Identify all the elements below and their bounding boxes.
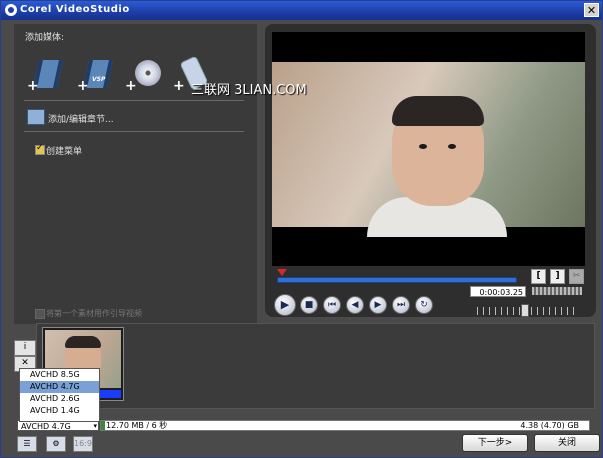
end-icon: ⏭ — [396, 300, 406, 310]
disc-icon — [135, 60, 161, 86]
home-button[interactable]: ⏮ — [323, 296, 341, 314]
first-clip-intro-checkbox[interactable] — [35, 309, 45, 319]
title-bar: Corel VideoStudio ✕ — [1, 1, 602, 20]
format-option-selected[interactable]: AVCHD 4.7G — [20, 381, 99, 393]
divider — [24, 100, 244, 101]
scrubber-handle[interactable] — [277, 269, 287, 276]
used-capacity: 12.70 MB / 6 秒 — [106, 421, 168, 430]
settings-menu-icon[interactable]: ☰ — [17, 436, 37, 452]
gear-icon[interactable]: ⚙ — [46, 436, 66, 452]
first-clip-intro-label: 将第一个素材用作引导视频 — [46, 309, 142, 318]
mark-out-button[interactable]: ] — [550, 269, 565, 284]
preview-screen — [272, 32, 585, 266]
video-frame — [272, 62, 585, 237]
repeat-button[interactable]: ↻ — [415, 296, 433, 314]
watermark: 三联网 3LIAN.COM — [191, 83, 307, 98]
next-frame-icon: ▶ — [374, 300, 382, 310]
window-close-button[interactable]: ✕ — [584, 3, 599, 17]
chevron-down-icon: ▾ — [93, 422, 97, 430]
close-button[interactable]: 关闭 — [534, 434, 600, 452]
add-media-label: 添加媒体: — [25, 33, 65, 43]
play-button[interactable]: ▶ — [274, 294, 296, 316]
volume-slider[interactable] — [532, 287, 582, 295]
create-menu-label: 创建菜单 — [46, 147, 83, 157]
import-disc-button[interactable]: + — [125, 56, 165, 93]
stop-icon: ■ — [304, 300, 314, 310]
total-capacity: 4.38 (4.70) GB — [520, 421, 579, 430]
create-menu-checkbox[interactable] — [35, 143, 45, 155]
app-window: Corel VideoStudio ✕ 添加媒体: + + + + 添加/编辑章… — [0, 0, 603, 458]
shuttle-knob[interactable] — [521, 304, 529, 317]
add-vsp-project-button[interactable]: + — [77, 56, 117, 93]
format-option[interactable]: AVCHD 8.5G — [20, 369, 99, 381]
add-edit-chapters-link[interactable]: 添加/编辑章节... — [48, 112, 114, 125]
end-button[interactable]: ⏭ — [392, 296, 410, 314]
next-frame-button[interactable]: ▶ — [369, 296, 387, 314]
disc-capacity-bar: 12.70 MB / 6 秒 4.38 (4.70) GB — [100, 420, 590, 431]
prev-frame-button[interactable]: ◀ — [346, 296, 364, 314]
app-logo-icon — [5, 4, 17, 16]
chapter-icon — [27, 109, 45, 125]
capacity-fill — [101, 421, 105, 430]
format-dropdown-list[interactable]: AVCHD 8.5G AVCHD 4.7G AVCHD 2.6G AVCHD 1… — [19, 368, 100, 422]
timecode-display[interactable]: 0:00:03.25 — [470, 286, 526, 297]
next-button[interactable]: 下一步> — [462, 434, 528, 452]
format-option[interactable]: AVCHD 1.4G — [20, 405, 99, 417]
format-select-value: AVCHD 4.7G — [21, 422, 71, 431]
repeat-icon: ↻ — [420, 300, 428, 310]
aspect-ratio-icon[interactable]: 16:9 — [73, 436, 93, 452]
mark-in-button[interactable]: [ — [531, 269, 546, 284]
home-icon: ⏮ — [327, 300, 337, 310]
add-video-button[interactable]: + — [27, 56, 67, 93]
play-icon: ▶ — [280, 298, 290, 311]
stop-button[interactable]: ■ — [300, 296, 318, 314]
info-button[interactable]: i — [14, 340, 36, 356]
format-option[interactable]: AVCHD 2.6G — [20, 393, 99, 405]
prev-frame-icon: ◀ — [351, 300, 359, 310]
preview-timeline[interactable] — [277, 277, 517, 283]
cut-icon[interactable]: ✂ — [569, 269, 584, 284]
divider — [24, 131, 244, 132]
window-title: Corel VideoStudio — [20, 4, 130, 15]
